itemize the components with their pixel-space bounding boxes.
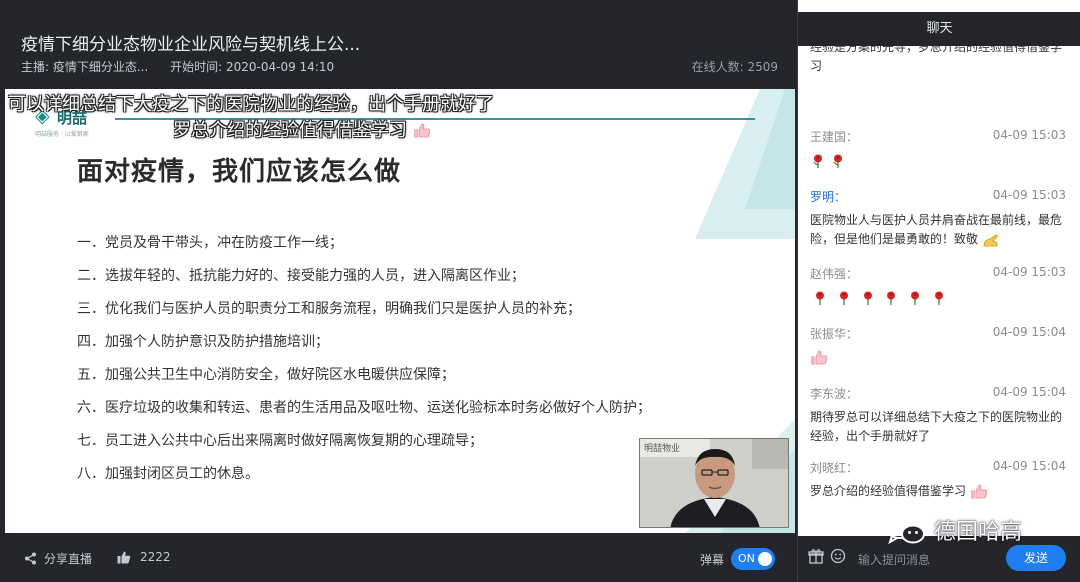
slide-list-item: 一．党员及骨干带头，冲在防疫工作一线； (77, 235, 343, 251)
chat-text: 罗总介绍的经验值得借鉴学习 (810, 482, 1070, 501)
stream-meta: 主播: 疫情下细分业态... 开始时间: 2020-04-09 14:10 (21, 58, 352, 75)
chat-time: 04-09 15:03 (992, 265, 1066, 279)
danmaku-label: 弹幕 (700, 553, 725, 567)
chat-title: 聊天 (798, 12, 1080, 46)
share-label: 分享直播 (44, 552, 93, 566)
chat-time: 04-09 15:03 (992, 188, 1066, 202)
chat-text: 医院物业人与医护人员并肩奋战在最前线，最危险，但是他们是最勇敢的！致敬 (810, 211, 1070, 249)
share-icon (25, 552, 36, 565)
slide-list-item: 二．选拔年轻的、抵抗能力好的、接受能力强的人员，进入隔离区作业； (77, 268, 525, 284)
rose-icon (816, 291, 824, 305)
slide-list-item: 四．加强个人防护意识及防护措施培训； (77, 334, 329, 350)
wechat-icon (885, 515, 925, 545)
emoji-icon[interactable] (830, 548, 846, 564)
logo-subtitle: 明喆服务 · 以爱筑家 (35, 131, 89, 138)
chat-message: 赵伟强： 04-09 15:03 (810, 265, 1070, 307)
toggle-knob (758, 552, 772, 566)
chat-message: 李东波： 04-09 15:04 期待罗总可以详细总结下大疫之下的医院物业的经验… (810, 385, 1070, 446)
thumbs-up-icon (970, 484, 987, 499)
share-button[interactable]: 分享直播 (24, 550, 92, 567)
slide-list-item: 五．加强公共卫生中心消防安全，做好院区水电暖供应保障； (77, 367, 455, 383)
chat-text (810, 348, 1070, 367)
watermark-text: 德国哈高 (934, 520, 1023, 545)
chat-message-list[interactable]: 经验是方案的先导，罗总介绍的经验值得借鉴学习 王建国： 04-09 15:03 … (798, 46, 1080, 536)
salute-icon (983, 234, 998, 246)
stream-panel: 疫情下细分业态物业企业风险与契机线上公... 主播: 疫情下细分业态... 开始… (0, 0, 796, 582)
danmaku-comment: 可以详细总结下大疫之下的医院物业的经验，出个手册就好了 (8, 94, 494, 115)
chat-text: 经验是方案的先导，罗总介绍的经验值得借鉴学习 (810, 46, 1063, 73)
slide-heading: 面对疫情，我们应该怎么做 (77, 157, 402, 187)
live-stream-app: 疫情下细分业态物业企业风险与契机线上公... 主播: 疫情下细分业态... 开始… (0, 0, 1080, 582)
host-label: 主播: 疫情下细分业态... (21, 60, 149, 74)
start-time: 开始时间: 2020-04-09 14:10 (170, 60, 335, 74)
slide-list-item: 八．加强封闭区员工的休息。 (77, 466, 259, 482)
thumbs-up-icon (117, 551, 131, 563)
slide-list-item: 六．医疗垃圾的收集和转运、患者的生活用品及呕吐物、运送化验标本时务必做好个人防护… (77, 400, 651, 416)
gift-icon[interactable] (808, 548, 824, 564)
chat-message: 罗明： 04-09 15:03 医院物业人与医护人员并肩奋战在最前线，最危险，但… (810, 188, 1070, 249)
toggle-state: ON (738, 552, 755, 565)
chat-time: 04-09 15:04 (992, 459, 1066, 473)
like-count: 2222 (140, 550, 171, 564)
player-bottom-bar: 分享直播 2222 弹幕 ON (0, 536, 796, 582)
online-count: 在线人数: 2509 (691, 60, 778, 74)
presenter-camera[interactable]: 明喆物业 (639, 438, 789, 528)
chat-message: 刘晓红： 04-09 15:04 罗总介绍的经验值得借鉴学习 (810, 459, 1070, 501)
rose-icon (833, 154, 842, 168)
thumbs-up-icon (811, 350, 827, 365)
chat-input[interactable]: 输入提问消息 (858, 551, 930, 568)
rose-icon (935, 291, 944, 305)
stream-title: 疫情下细分业态物业企业风险与契机线上公... (21, 35, 361, 55)
rose-icon (863, 291, 872, 305)
chat-message: 张振华： 04-09 15:04 (810, 325, 1070, 367)
presenter-backdrop-sign: 明喆物业 (644, 444, 681, 454)
chat-time: 04-09 15:04 (992, 325, 1066, 339)
chat-panel: 聊天 经验是方案的先导，罗总介绍的经验值得借鉴学习 王建国： 04-09 15:… (797, 0, 1080, 582)
rose-icon (911, 291, 920, 305)
danmaku-comment: 罗总介绍的经验值得借鉴学习 (173, 116, 431, 142)
chat-text (810, 288, 1070, 307)
rose-icon (887, 291, 896, 305)
chat-message: 经验是方案的先导，罗总介绍的经验值得借鉴学习 (810, 46, 1070, 76)
slide-list-item: 三．优化我们与医护人员的职责分工和服务流程，明确我们只是医护人员的补充； (77, 301, 581, 317)
chat-time: 04-09 15:04 (992, 385, 1066, 399)
chat-time: 04-09 15:03 (992, 128, 1066, 142)
chat-text-content: 医院物业人与医护人员并肩奋战在最前线，最危险，但是他们是最勇敢的！致敬 (810, 213, 1063, 246)
like-button[interactable]: 2222 (117, 550, 171, 564)
stream-header: 疫情下细分业态物业企业风险与契机线上公... 主播: 疫情下细分业态... 开始… (0, 0, 796, 86)
danmaku-text: 罗总介绍的经验值得借鉴学习 (173, 120, 407, 141)
wechat-watermark: 德国哈高 (884, 514, 1022, 546)
chat-text: 期待罗总可以详细总结下大疫之下的医院物业的经验，出个手册就好了 (810, 410, 1063, 443)
chat-text (810, 151, 1070, 170)
rose-icon (839, 291, 848, 305)
video-player[interactable]: ◈ 明喆 明喆服务 · 以爱筑家 面对疫情，我们应该怎么做 一．党员及骨干带头，… (5, 89, 795, 533)
slide-list: 一．党员及骨干带头，冲在防疫工作一线； 二．选拔年轻的、抵抗能力好的、接受能力强… (77, 232, 651, 496)
thumbs-up-icon (413, 123, 430, 138)
chat-message: 王建国： 04-09 15:03 (810, 128, 1070, 170)
rose-icon (813, 154, 822, 168)
slide-list-item: 七．员工进入公共中心后出来隔离时做好隔离恢复期的心理疏导； (77, 433, 483, 449)
chat-text-content: 罗总介绍的经验值得借鉴学习 (810, 484, 967, 498)
send-button[interactable]: 发送 (1006, 545, 1066, 571)
danmaku-toggle[interactable]: ON (731, 548, 775, 570)
